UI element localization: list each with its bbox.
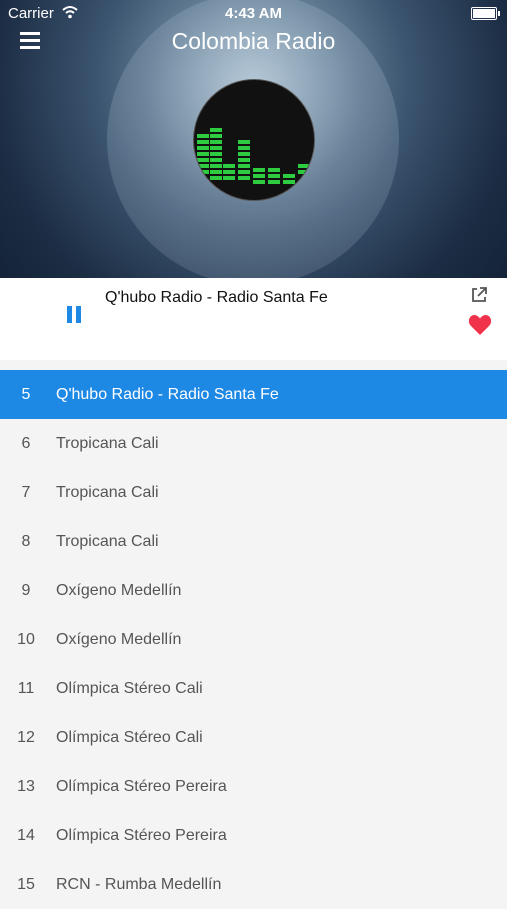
station-number: 6 bbox=[21, 434, 31, 452]
station-row[interactable]: 10 Oxígeno Medellín bbox=[0, 615, 507, 664]
station-row[interactable]: 9 Oxígeno Medellín bbox=[0, 566, 507, 615]
station-number: 5 bbox=[21, 385, 31, 403]
station-number: 13 bbox=[17, 777, 35, 795]
station-row[interactable]: 13 Olímpica Stéreo Pereira bbox=[0, 762, 507, 811]
station-row[interactable]: 7 Tropicana Cali bbox=[0, 468, 507, 517]
header: Carrier 4:43 AM Colombia Radio bbox=[0, 0, 507, 278]
station-name: Oxígeno Medellín bbox=[56, 581, 182, 599]
station-name: Tropicana Cali bbox=[56, 483, 159, 501]
clock: 4:43 AM bbox=[225, 5, 282, 22]
station-name: Tropicana Cali bbox=[56, 532, 159, 550]
station-number: 10 bbox=[17, 630, 35, 648]
station-number: 7 bbox=[21, 483, 31, 501]
station-number: 14 bbox=[17, 826, 35, 844]
station-name: Q'hubo Radio - Radio Santa Fe bbox=[56, 385, 279, 403]
station-row[interactable]: 6 Tropicana Cali bbox=[0, 419, 507, 468]
now-playing-title: Q'hubo Radio - Radio Santa Fe bbox=[105, 289, 328, 306]
app-title: Colombia Radio bbox=[171, 28, 336, 54]
station-name: Tropicana Cali bbox=[56, 434, 159, 452]
station-name: RCN - Rumba Medellín bbox=[56, 875, 222, 893]
pause-button[interactable] bbox=[66, 306, 84, 326]
station-list: 5 Q'hubo Radio - Radio Santa Fe 6 Tropicana… bbox=[0, 370, 507, 909]
station-number: 15 bbox=[17, 875, 35, 893]
station-name: Olímpica Stéreo Cali bbox=[56, 679, 203, 697]
station-row[interactable]: 5 Q'hubo Radio - Radio Santa Fe bbox=[0, 370, 507, 419]
station-row[interactable]: 8 Tropicana Cali bbox=[0, 517, 507, 566]
station-number: 11 bbox=[17, 679, 35, 697]
status-bar: Carrier 4:43 AM bbox=[0, 0, 507, 28]
share-button[interactable] bbox=[470, 286, 488, 304]
station-name: Olímpica Stéreo Pereira bbox=[56, 826, 227, 844]
station-name: Olímpica Stéreo Pereira bbox=[56, 777, 227, 795]
station-name: Oxígeno Medellín bbox=[56, 630, 182, 648]
station-number: 9 bbox=[21, 581, 31, 599]
station-row[interactable]: 14 Olímpica Stéreo Pereira bbox=[0, 811, 507, 860]
station-name: Olímpica Stéreo Cali bbox=[56, 728, 203, 746]
equalizer-icon bbox=[197, 128, 310, 184]
station-number: 8 bbox=[21, 532, 31, 550]
station-artwork bbox=[193, 79, 315, 201]
station-row[interactable]: 12 Olímpica Stéreo Cali bbox=[0, 713, 507, 762]
station-row[interactable]: 11 Olímpica Stéreo Cali bbox=[0, 664, 507, 713]
station-row[interactable]: 15 RCN - Rumba Medellín bbox=[0, 860, 507, 909]
station-number: 12 bbox=[17, 728, 35, 746]
favorite-heart-button[interactable] bbox=[468, 314, 492, 336]
battery-icon bbox=[471, 7, 500, 20]
